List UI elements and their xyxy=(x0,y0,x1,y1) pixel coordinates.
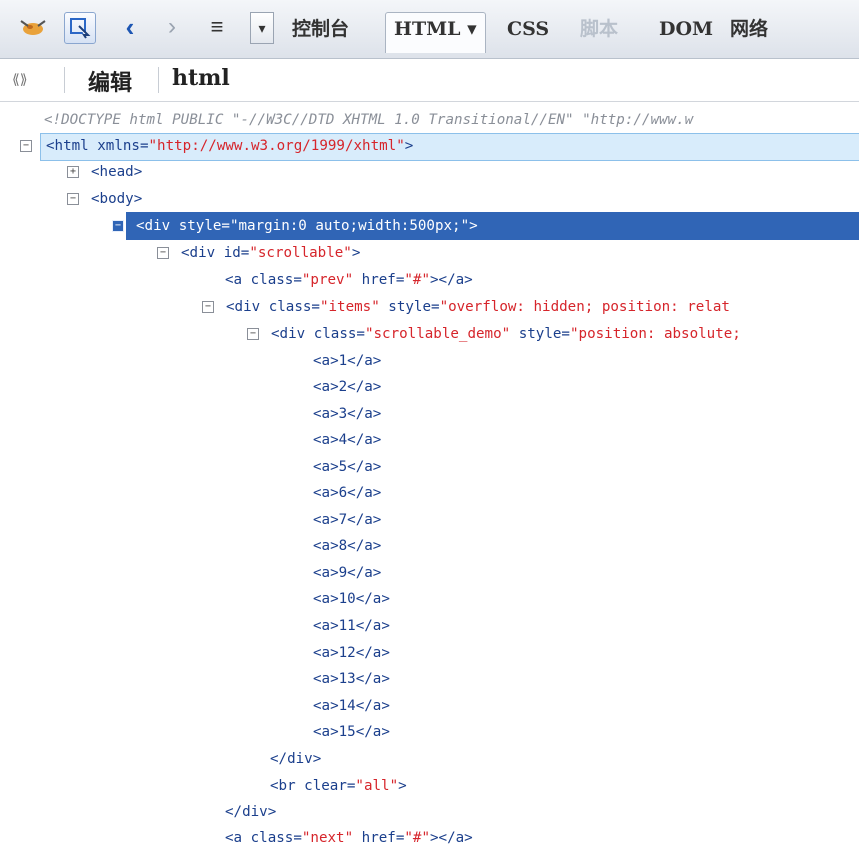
html-tree-panel: <!DOCTYPE html PUBLIC "-//W3C//DTD XHTML… xyxy=(0,102,859,853)
tree-node-a[interactable]: <a>5</a> xyxy=(313,454,381,480)
attr-href: href= xyxy=(353,830,405,846)
tab-console[interactable]: 控制台 xyxy=(292,13,349,45)
divider xyxy=(158,67,159,93)
attr-style-value: "margin:0 auto;width:500px;" xyxy=(229,218,470,234)
tree-node-div-scrollable[interactable]: <div id="scrollable"> xyxy=(181,240,360,266)
collapse-toggle-icon[interactable]: − xyxy=(67,193,79,205)
tree-node-body[interactable]: <body> xyxy=(91,186,142,212)
tag-div: <div style= xyxy=(136,218,230,234)
attr-class-value: "prev" xyxy=(301,272,354,288)
tab-html-dropdown-icon[interactable]: ▾ xyxy=(467,18,477,40)
attr-xmlns-value: "http://www.w3.org/1999/xhtml" xyxy=(148,138,405,154)
tree-node-a[interactable]: <a>4</a> xyxy=(313,427,381,453)
firebug-toolbar: ‹ › ≡ ▾ 控制台 HTML ▾ CSS 脚本 DOM 网络 xyxy=(0,0,859,59)
tree-node-a[interactable]: <a>8</a> xyxy=(313,533,381,559)
tag-a: <a class= xyxy=(225,830,302,846)
collapse-toggle-icon[interactable]: − xyxy=(247,328,259,340)
inspect-icon[interactable] xyxy=(64,12,96,44)
tag-html: <html xmlns= xyxy=(46,138,149,154)
edit-button[interactable]: 编辑 xyxy=(88,65,132,97)
tab-css[interactable]: CSS xyxy=(507,13,549,45)
attr-style-value: "overflow: hidden; position: relat xyxy=(439,299,730,315)
tab-net[interactable]: 网络 xyxy=(730,13,768,45)
attr-id-value: "scrollable" xyxy=(249,245,352,261)
tree-node-a[interactable]: <a>1</a> xyxy=(313,348,381,374)
tag-close: ></a> xyxy=(430,272,473,288)
tree-node-a[interactable]: <a>10</a> xyxy=(313,586,390,612)
tag-close: ></a> xyxy=(430,830,473,846)
attr-href-value: "#" xyxy=(404,272,430,288)
tag-div: <div class= xyxy=(226,299,320,315)
tab-script[interactable]: 脚本 xyxy=(580,13,618,45)
forward-icon[interactable]: › xyxy=(157,12,187,42)
attr-href-value: "#" xyxy=(404,830,430,846)
tag-close: > xyxy=(404,138,414,154)
tree-node-div-items[interactable]: <div class="items" style="overflow: hidd… xyxy=(226,294,730,320)
collapse-toggle-icon[interactable]: − xyxy=(157,247,169,259)
tree-node-a[interactable]: <a>13</a> xyxy=(313,666,390,692)
tree-node-div-scrollable-demo[interactable]: <div class="scrollable_demo" style="posi… xyxy=(271,321,741,347)
tag-div: <div id= xyxy=(181,245,250,261)
breadcrumb-html[interactable]: html xyxy=(172,65,230,91)
attr-clear-value: "all" xyxy=(355,778,399,794)
tree-node-a[interactable]: <a>15</a> xyxy=(313,719,390,745)
tree-node-a-next[interactable]: <a class="next" href="#"></a> xyxy=(225,825,473,851)
html-subbar: ⟪⟫ 编辑 html xyxy=(0,59,859,102)
tag-div: <div class= xyxy=(271,326,365,342)
tree-node-a[interactable]: <a>3</a> xyxy=(313,401,381,427)
tag-a: <a class= xyxy=(225,272,302,288)
collapse-toggle-icon[interactable]: − xyxy=(20,140,32,152)
collapse-toggle-icon[interactable]: − xyxy=(112,220,124,232)
tree-node-div-close: </div> xyxy=(270,751,322,767)
tree-node-a[interactable]: <a>12</a> xyxy=(313,640,390,666)
attr-class-value: "items" xyxy=(319,299,380,315)
tree-node-br[interactable]: <br clear="all"> xyxy=(270,773,407,799)
tree-node-a-prev[interactable]: <a class="prev" href="#"></a> xyxy=(225,267,473,293)
tree-node-div-selected[interactable]: <div style="margin:0 auto;width:500px;"> xyxy=(136,213,478,239)
tree-node-a[interactable]: <a>14</a> xyxy=(313,693,390,719)
console-menu-icon[interactable]: ≡ xyxy=(202,12,232,42)
attr-class-value: "next" xyxy=(301,830,354,846)
tree-node-a[interactable]: <a>2</a> xyxy=(313,374,381,400)
tag-close: > xyxy=(351,245,361,261)
tree-node-head[interactable]: <head> xyxy=(91,159,142,185)
tag-br: <br clear= xyxy=(270,778,356,794)
tree-node-div-close: </div> xyxy=(225,804,277,820)
tag-close: > xyxy=(469,218,478,234)
dropdown-arrow-icon[interactable]: ▾ xyxy=(250,12,274,44)
expand-toggle-icon[interactable]: + xyxy=(67,166,79,178)
tree-node-a[interactable]: <a>11</a> xyxy=(313,613,390,639)
attr-href: href= xyxy=(353,272,405,288)
tree-node-a[interactable]: <a>6</a> xyxy=(313,480,381,506)
tree-node-a[interactable]: <a>9</a> xyxy=(313,560,381,586)
doctype-line: <!DOCTYPE html PUBLIC "-//W3C//DTD XHTML… xyxy=(44,112,694,128)
attr-style: style= xyxy=(510,326,570,342)
firebug-icon[interactable] xyxy=(18,12,48,42)
attr-class-value: "scrollable_demo" xyxy=(364,326,511,342)
tab-dom[interactable]: DOM xyxy=(659,13,713,45)
tree-node-a[interactable]: <a>7</a> xyxy=(313,507,381,533)
tab-html-label: HTML xyxy=(394,18,461,40)
tree-node-html[interactable]: <html xmlns="http://www.w3.org/1999/xhtm… xyxy=(46,133,413,159)
collapse-toggle-icon[interactable]: − xyxy=(202,301,214,313)
attr-style: style= xyxy=(379,299,440,315)
back-icon[interactable]: ‹ xyxy=(115,12,145,42)
tab-html[interactable]: HTML ▾ xyxy=(385,12,486,53)
divider xyxy=(64,67,65,93)
attr-style-value: "position: absolute; xyxy=(569,326,741,342)
tag-close: > xyxy=(398,778,407,794)
split-panel-icon[interactable]: ⟪⟫ xyxy=(12,71,28,88)
